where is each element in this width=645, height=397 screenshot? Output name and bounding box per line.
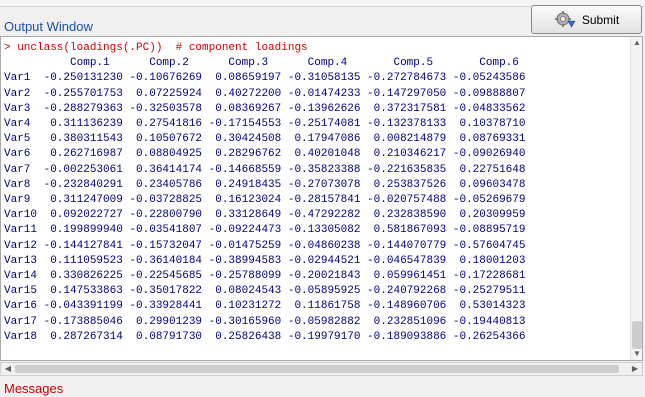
submit-button[interactable]: Submit (531, 5, 642, 34)
up-arrow-icon[interactable]: ▲ (631, 38, 642, 48)
loadings-row: Var7 -0.002253061 0.36414174 -0.14668559… (4, 163, 526, 176)
command-line: > unclass(loadings(.PC)) # component loa… (4, 42, 308, 54)
loadings-row: Var17 -0.173885046 0.29901239 -0.3016596… (4, 315, 526, 328)
loadings-row: Var12 -0.144127841 -0.15732047 -0.014752… (4, 239, 526, 252)
loadings-row: Var11 0.199899940 -0.03541807 -0.0922447… (4, 224, 526, 237)
loadings-row: Var9 0.311247009 -0.03728825 0.16123024 … (4, 194, 526, 207)
loadings-row: Var1 -0.250131230 -0.10676269 0.08659197… (4, 72, 526, 85)
vertical-scrollbar[interactable]: ▲ ▼ (630, 37, 642, 360)
right-arrow-icon[interactable]: ▶ (629, 364, 641, 374)
loadings-row: Var3 -0.288279363 -0.32503578 0.08369267… (4, 102, 526, 115)
loadings-row: Var16 -0.043391199 -0.33928441 0.1023127… (4, 300, 526, 313)
loadings-row: Var15 0.147533863 -0.35017822 0.08024543… (4, 285, 526, 298)
horizontal-scrollbar[interactable]: ◀ ▶ (0, 362, 643, 376)
horizontal-scroll-thumb[interactable] (15, 365, 619, 373)
output-window-title: Output Window (4, 19, 93, 34)
loadings-row: Var13 0.111059523 -0.36140184 -0.3899458… (4, 254, 526, 267)
loadings-row: Var4 0.311136239 0.27541816 -0.17154553 … (4, 118, 526, 131)
loadings-row: Var6 0.262716987 0.08804925 0.28296762 0… (4, 148, 526, 161)
loadings-row: Var18 0.287267314 0.08791730 0.25826438 … (4, 330, 526, 343)
vertical-scroll-thumb[interactable] (632, 321, 642, 349)
console-output: > unclass(loadings(.PC)) # component loa… (4, 41, 526, 345)
left-arrow-icon[interactable]: ◀ (2, 364, 14, 374)
loadings-row: Var10 0.092022727 -0.22800790 0.33128649… (4, 209, 526, 222)
down-arrow-icon[interactable]: ▼ (631, 349, 642, 359)
loadings-row: Var14 0.330826225 -0.22545685 -0.2578809… (4, 270, 526, 283)
submit-button-label: Submit (581, 12, 620, 27)
output-pane[interactable]: > unclass(loadings(.PC)) # component loa… (0, 36, 643, 361)
loadings-row: Var8 -0.232840291 0.23405786 0.24918435 … (4, 178, 526, 191)
gear-submit-icon (554, 10, 576, 30)
loadings-header: Comp.1 Comp.2 Comp.3 Comp.4 Comp.5 Comp.… (4, 57, 519, 70)
messages-title: Messages (4, 381, 64, 396)
loadings-row: Var5 0.380311543 0.10507672 0.30424508 0… (4, 133, 526, 146)
loadings-row: Var2 -0.255701753 0.07225924 0.40272200 … (4, 87, 526, 100)
